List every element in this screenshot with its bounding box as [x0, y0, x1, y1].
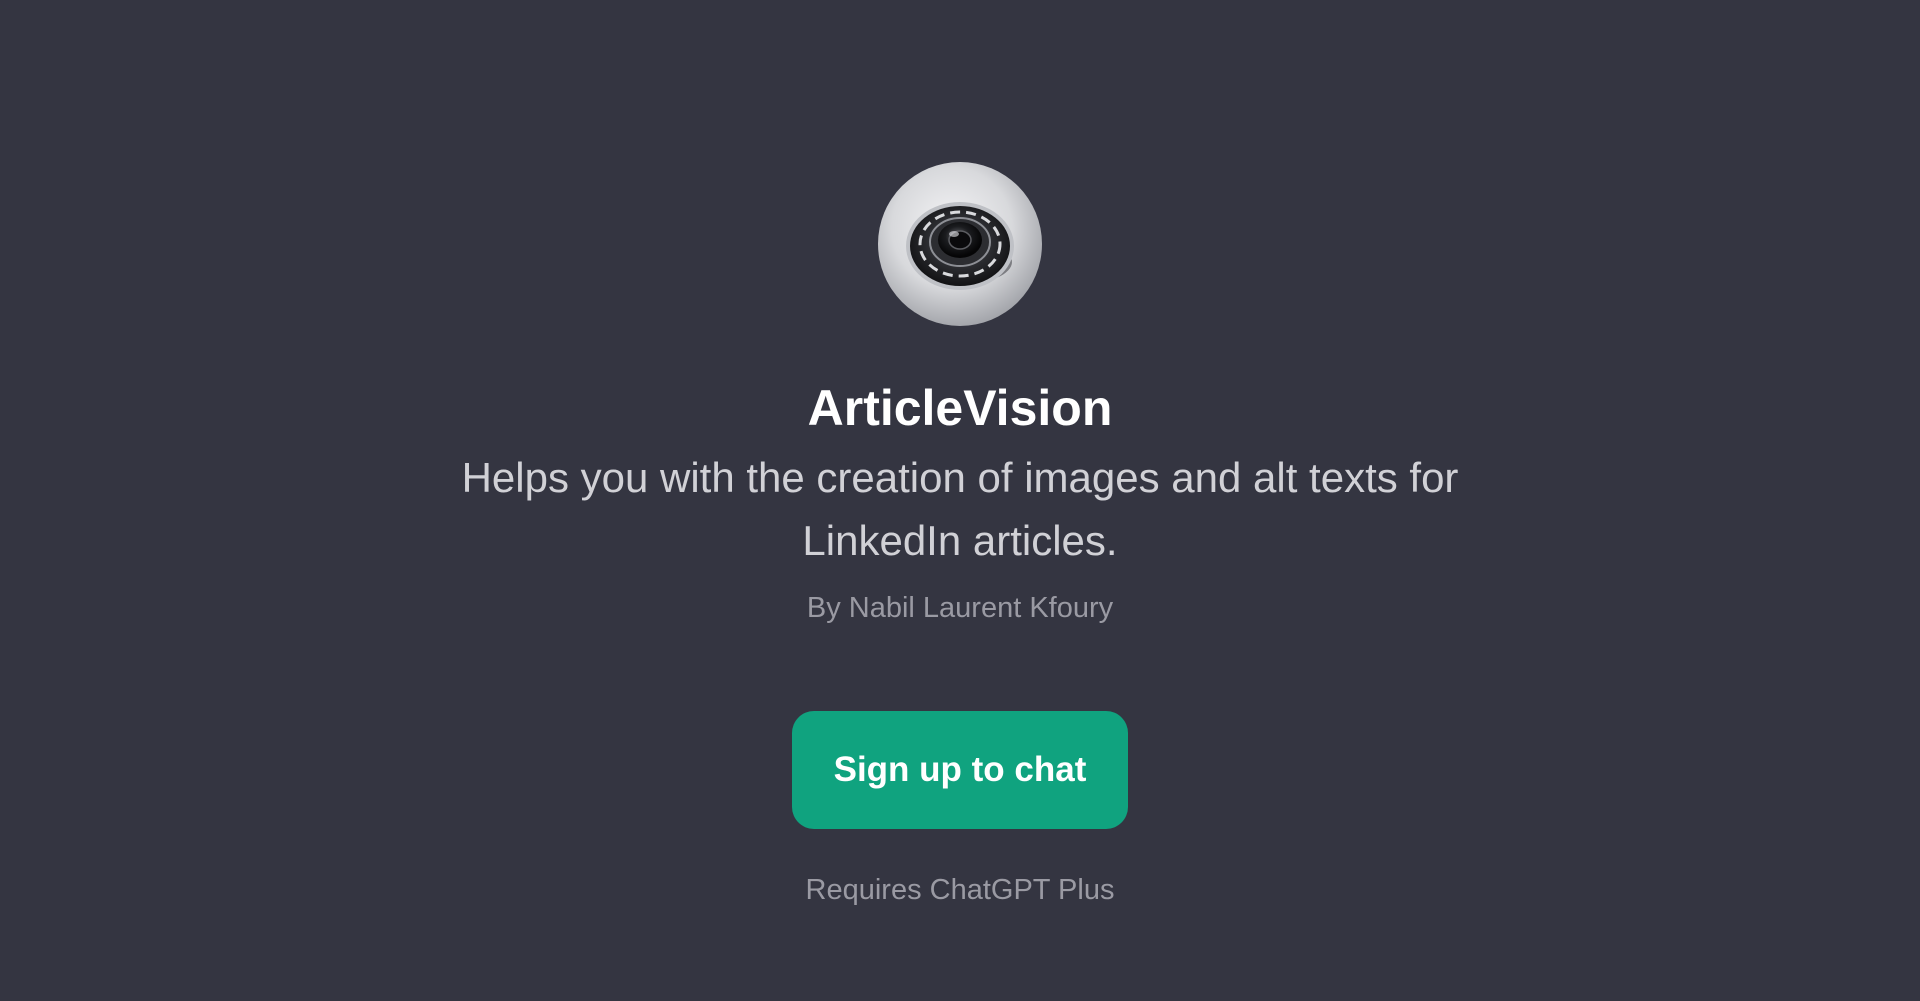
gpt-title: ArticleVision — [807, 380, 1113, 436]
sign-up-to-chat-button[interactable]: Sign up to chat — [792, 711, 1128, 829]
gpt-description: Helps you with the creation of images an… — [461, 454, 1459, 564]
gpt-landing-page: ArticleVision Helps you with the creatio… — [0, 0, 1920, 1001]
requires-plus-note: Requires ChatGPT Plus — [805, 874, 1115, 906]
gpt-avatar — [878, 162, 1042, 326]
gpt-author: By Nabil Laurent Kfoury — [806, 592, 1114, 624]
camera-lens-icon — [906, 202, 1014, 290]
